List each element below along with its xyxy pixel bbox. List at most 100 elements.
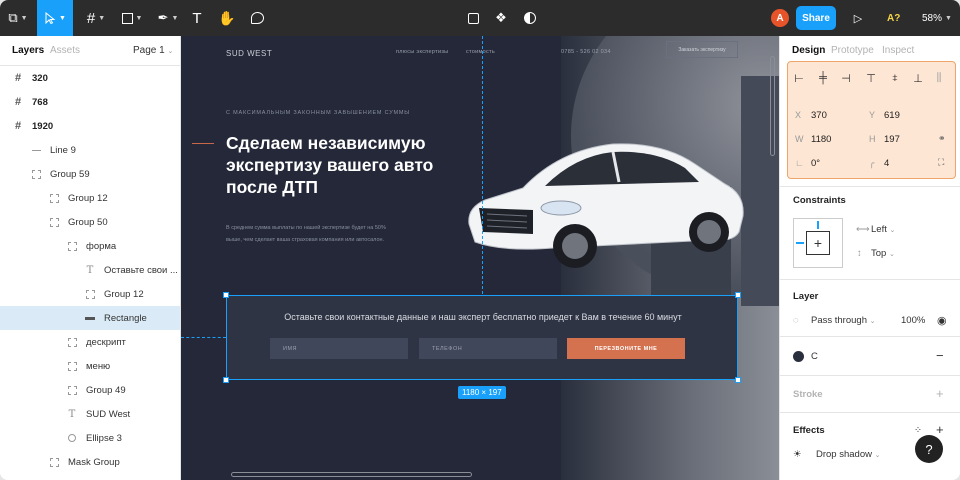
horizontal-scrollbar[interactable] xyxy=(231,472,472,477)
group-icon xyxy=(66,360,78,372)
resize-handle[interactable] xyxy=(735,292,741,298)
pen-tool-button[interactable]: ✒ ▼ xyxy=(150,0,186,36)
components-icon: ❖ xyxy=(495,10,507,25)
align-center-h-icon[interactable]: ╪ xyxy=(817,72,829,84)
hand-tool-button[interactable]: ✋ xyxy=(215,0,239,36)
add-stroke-icon[interactable]: + xyxy=(936,386,944,401)
chevron-down-icon: ⌄ xyxy=(874,452,881,459)
tab-inspect[interactable]: Inspect xyxy=(882,45,914,56)
resize-handle[interactable] xyxy=(223,377,229,383)
chevron-down-icon: ⌄ xyxy=(888,251,895,258)
comment-tool-button[interactable] xyxy=(245,0,269,36)
corner-radius-field[interactable]: 4 xyxy=(884,158,889,169)
layer-row[interactable]: форма xyxy=(0,234,180,258)
constraints-title: Constraints xyxy=(793,195,846,206)
layer-label: Group 50 xyxy=(68,216,108,228)
form-rectangle-selected[interactable]: Оставьте свои контактные данные и наш эк… xyxy=(226,295,738,380)
layer-row[interactable]: меню xyxy=(0,354,180,378)
group-icon xyxy=(48,192,60,204)
horizontal-constraint-select[interactable]: Left ⌄ xyxy=(871,224,895,235)
measurement-guide xyxy=(181,337,226,338)
remove-fill-icon[interactable]: − xyxy=(936,348,944,363)
height-field[interactable]: 197 xyxy=(884,134,900,145)
add-effect-icon[interactable]: + xyxy=(936,422,944,437)
layer-row[interactable]: дескрипт xyxy=(0,330,180,354)
distribute-icon[interactable]: ⫼ xyxy=(933,72,945,84)
w-label: W xyxy=(795,134,804,144)
vertical-scrollbar[interactable] xyxy=(770,56,775,156)
layer-label: Line 9 xyxy=(50,144,76,156)
missing-fonts-button[interactable]: A? xyxy=(887,0,900,36)
align-bottom-icon[interactable]: ⊥ xyxy=(912,72,924,85)
layer-row[interactable]: Group 59 xyxy=(0,162,180,186)
layer-row[interactable]: Group 49 xyxy=(0,378,180,402)
canvas[interactable]: SUD WEST плюсы экспертизы стоимость 0785… xyxy=(181,36,779,480)
layers-panel: Layers Assets Page 1 ⌄ #320 #768 #1920 Line… xyxy=(0,36,181,480)
rectangle-icon xyxy=(84,312,96,324)
constrain-proportions-icon[interactable]: ⚭ xyxy=(938,133,946,144)
layer-label: 1920 xyxy=(32,120,54,132)
layer-row[interactable]: Line 9 xyxy=(0,138,180,162)
effect-type-select[interactable]: Drop shadow ⌄ xyxy=(816,449,881,460)
frame-tool-button[interactable]: # ▼ xyxy=(78,0,114,36)
page-selector[interactable]: Page 1 ⌄ xyxy=(133,45,173,56)
effects-styles-icon[interactable]: ⁘ xyxy=(914,425,922,436)
align-center-v-icon[interactable]: ⧧ xyxy=(889,72,901,84)
rotation-icon: ∟ xyxy=(795,158,804,168)
layer-row[interactable]: Rectangle xyxy=(0,306,180,330)
zoom-menu[interactable]: 58% ▼ xyxy=(922,0,952,36)
align-right-icon[interactable]: ⊣ xyxy=(840,72,852,85)
effects-title: Effects xyxy=(793,425,825,436)
x-field[interactable]: 370 xyxy=(811,110,827,121)
text-layer-icon: T xyxy=(68,408,76,420)
layer-row[interactable]: Ellipse 3 xyxy=(0,426,180,450)
tab-prototype[interactable]: Prototype xyxy=(831,45,874,56)
layer-row[interactable]: #320 xyxy=(0,66,180,90)
effect-type-value: Drop shadow xyxy=(816,449,872,460)
layer-row[interactable]: T Оставьте свои ... xyxy=(0,258,180,282)
shape-tool-button[interactable]: ▼ xyxy=(114,0,150,36)
independent-corners-icon[interactable]: ⛶ xyxy=(938,157,944,168)
align-top-icon[interactable]: ⊤ xyxy=(865,72,877,85)
frame-icon: # xyxy=(14,72,22,84)
share-button[interactable]: Share xyxy=(796,6,836,30)
width-field[interactable]: 1180 xyxy=(811,134,831,145)
move-tool-button[interactable]: ▼ xyxy=(37,0,73,36)
layer-row[interactable]: #1920 xyxy=(0,114,180,138)
toolbar: ⧉ ▼ ▼ # ▼ ▼ ✒ ▼ T ✋ ❖ A Share ▷ A? 58% ▼ xyxy=(0,0,960,36)
eye-icon[interactable]: ◉ xyxy=(937,314,947,327)
resize-handle[interactable] xyxy=(735,377,741,383)
tab-layers[interactable]: Layers xyxy=(12,45,44,56)
layer-row[interactable]: Group 50 xyxy=(0,210,180,234)
opacity-field[interactable]: 100% xyxy=(901,315,925,326)
divider xyxy=(780,279,960,280)
tab-design[interactable]: Design xyxy=(792,45,825,56)
components-button[interactable]: ❖ xyxy=(491,0,511,36)
rotation-field[interactable]: 0° xyxy=(811,158,820,169)
mask-icon xyxy=(524,12,536,24)
blend-mode-select[interactable]: Pass through ⌄ xyxy=(811,315,876,326)
present-button[interactable]: ▷ xyxy=(848,0,868,36)
resize-handle[interactable] xyxy=(223,292,229,298)
fill-swatch[interactable] xyxy=(793,351,804,362)
layer-row[interactable]: T SUD West xyxy=(0,402,180,426)
text-tool-button[interactable]: T xyxy=(186,0,208,36)
avatar[interactable]: A xyxy=(771,9,789,27)
y-field[interactable]: 619 xyxy=(884,110,900,121)
layer-row[interactable]: #768 xyxy=(0,90,180,114)
layer-row[interactable]: Mask Group xyxy=(0,450,180,474)
crop-button[interactable] xyxy=(463,0,483,36)
vertical-constraint-select[interactable]: Top ⌄ xyxy=(871,248,895,259)
layer-row[interactable]: Group 12 xyxy=(0,282,180,306)
mask-button[interactable] xyxy=(520,0,540,36)
align-left-icon[interactable]: ⊢ xyxy=(793,72,805,85)
constraints-widget[interactable]: + xyxy=(793,218,843,268)
pen-tool-icon: ✒ xyxy=(157,10,169,25)
main-menu-button[interactable]: ⧉ ▼ xyxy=(0,0,36,36)
layer-row[interactable]: Group 12 xyxy=(0,186,180,210)
help-button[interactable]: ? xyxy=(915,435,943,463)
effect-settings-icon[interactable]: ☀ xyxy=(793,449,802,460)
tab-assets[interactable]: Assets xyxy=(50,45,80,56)
frame-icon: # xyxy=(14,120,22,132)
layers-panel-tabs: Layers Assets Page 1 ⌄ xyxy=(0,36,180,66)
